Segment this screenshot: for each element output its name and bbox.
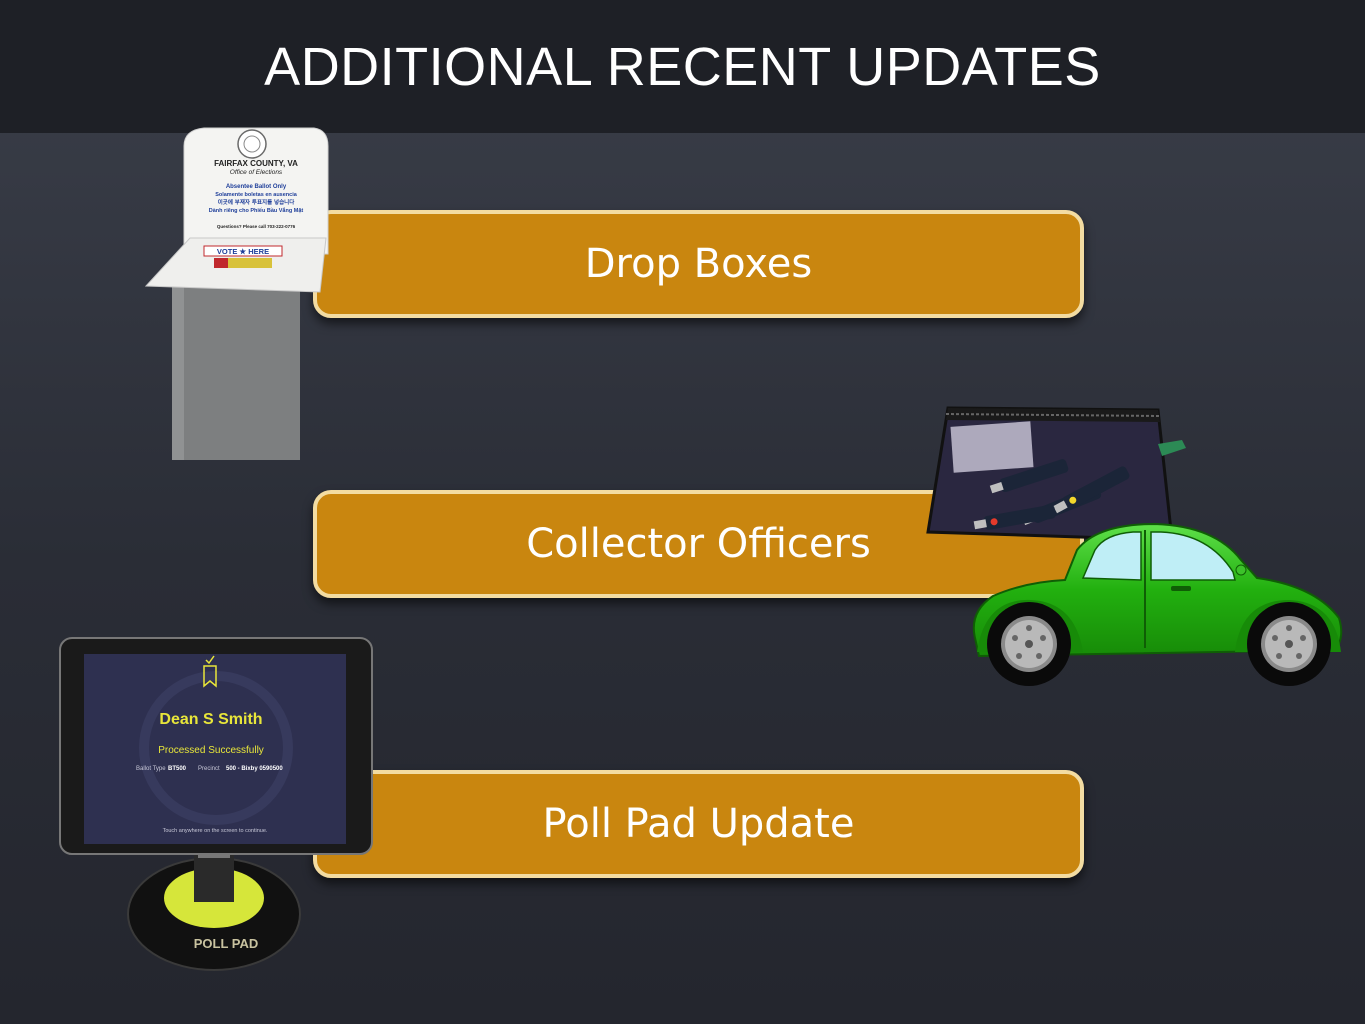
poll-pad-brand: POLL PAD xyxy=(194,936,259,951)
continue-instruction: Touch anywhere on the screen to continue… xyxy=(163,828,268,834)
dropbox-county: FAIRFAX COUNTY, VA xyxy=(214,159,298,168)
precinct-label: Precinct xyxy=(198,766,220,772)
dropbox-line1: Absentee Ballot Only xyxy=(226,184,287,190)
processed-status: Processed Successfully xyxy=(158,745,264,756)
dropbox-line2: Solamente boletas en ausencia xyxy=(215,192,298,198)
title-bar: ADDITIONAL RECENT UPDATES xyxy=(0,0,1365,133)
poll-pad-update-label: Poll Pad Update xyxy=(542,801,855,847)
drop-boxes-label: Drop Boxes xyxy=(584,241,813,287)
ballot-type-value: BT500 xyxy=(168,766,187,772)
drop-box-image: FAIRFAX COUNTY, VA Office of Elections A… xyxy=(144,127,329,460)
slide-title: ADDITIONAL RECENT UPDATES xyxy=(264,36,1101,97)
drop-boxes-bar: Drop Boxes xyxy=(313,210,1084,318)
dropbox-questions: Questions? Please call 703-222-0776 xyxy=(217,224,296,229)
ballot-type-label: Ballot Type xyxy=(136,766,166,772)
dropbox-vote-here: VOTE ★ HERE xyxy=(217,247,269,256)
dropbox-line4: Dành riêng cho Phiếu Bầu Vắng Mặt xyxy=(209,207,304,214)
dropbox-line3: 이곳에 부재자 투표지를 넣습니다 xyxy=(218,198,296,206)
dropbox-office: Office of Elections xyxy=(230,169,283,176)
car-image xyxy=(972,522,1343,686)
precinct-value: 500 - Bixby 0590500 xyxy=(226,766,283,772)
poll-pad-image: POLL PAD Dean S Smith Processed Successf… xyxy=(59,637,373,971)
voter-name: Dean S Smith xyxy=(159,711,262,728)
collector-officers-label: Collector Officers xyxy=(526,521,871,567)
poll-pad-update-bar: Poll Pad Update xyxy=(313,770,1084,878)
